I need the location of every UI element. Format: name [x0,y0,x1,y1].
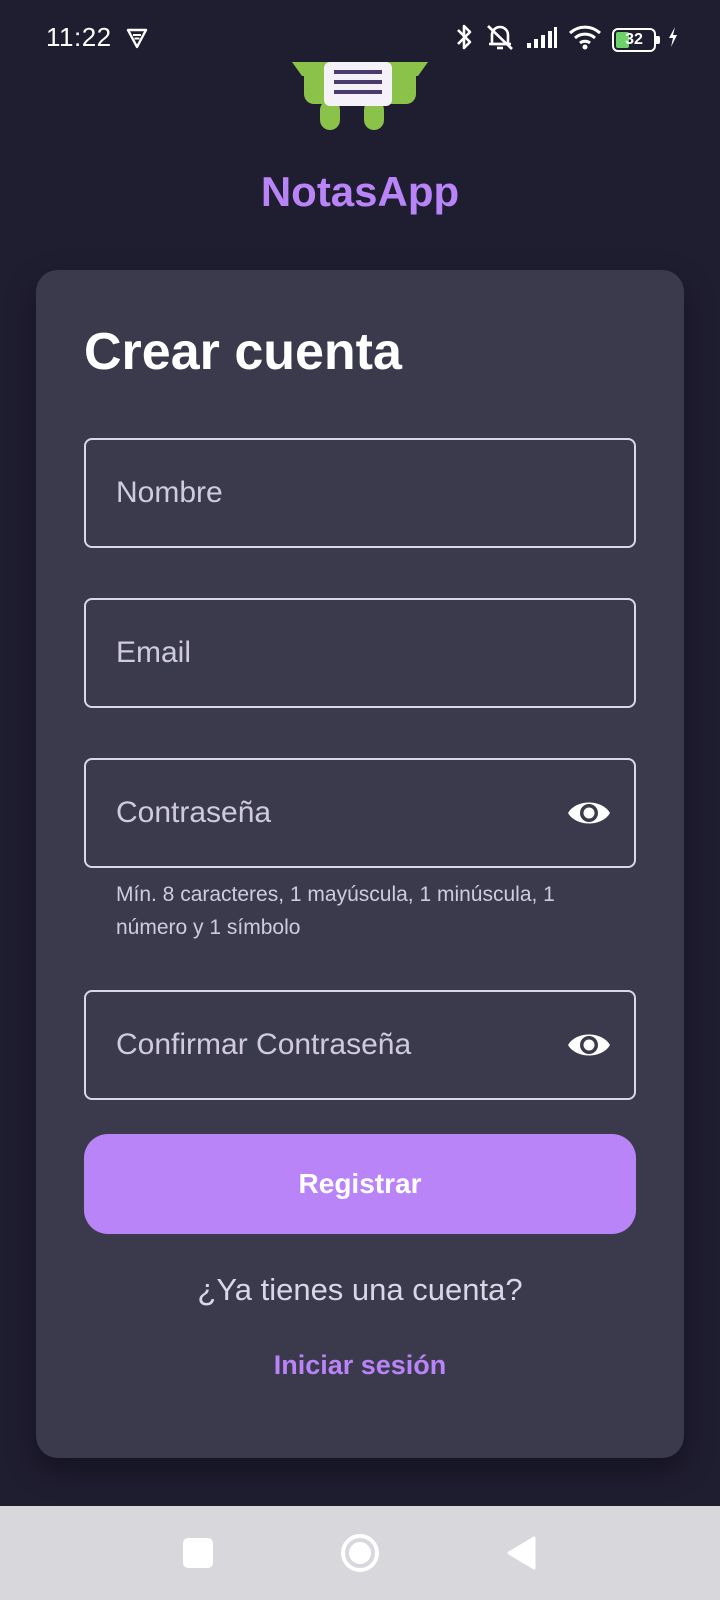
email-input[interactable] [116,600,556,706]
system-nav-bar [0,1506,720,1600]
name-input[interactable] [116,440,556,546]
charging-icon [666,25,680,54]
register-screen: 11:22 32 NotasApp Crear cuenta Nombre Em… [0,0,720,1600]
confirm-password-field[interactable] [84,990,636,1100]
register-button[interactable]: Registrar [84,1134,636,1234]
name-field[interactable] [84,438,636,548]
email-field[interactable] [84,598,636,708]
show-confirm-password-icon[interactable] [566,1027,612,1063]
home-circle-icon[interactable] [340,1533,380,1573]
page-title: Crear cuenta [84,323,402,381]
have-account-text: ¿Ya tienes una cuenta? [197,1272,523,1307]
register-card: Crear cuenta Mín. 8 caracteres, 1 mayúsc… [36,270,684,1458]
confirm-password-input[interactable] [116,992,556,1098]
back-triangle-icon[interactable] [506,1535,538,1571]
vpn-shield-icon [125,26,149,55]
battery-icon: 32 [612,27,660,52]
status-icons: 32 [454,22,680,57]
wifi-icon [568,24,602,55]
password-field[interactable] [84,758,636,868]
bluetooth-icon [454,22,474,57]
password-input[interactable] [116,760,556,866]
show-password-icon[interactable] [566,795,612,831]
battery-level: 32 [625,30,643,48]
recents-square-icon[interactable] [183,1538,213,1568]
app-logo [290,62,430,132]
signal-icon [526,25,558,54]
password-hint: Mín. 8 caracteres, 1 mayúscula, 1 minúsc… [116,883,555,939]
app-name: NotasApp [260,168,460,215]
mute-bell-icon [484,22,516,57]
status-time: 11:22 [46,22,112,52]
login-link[interactable]: Iniciar sesión [36,1350,684,1381]
